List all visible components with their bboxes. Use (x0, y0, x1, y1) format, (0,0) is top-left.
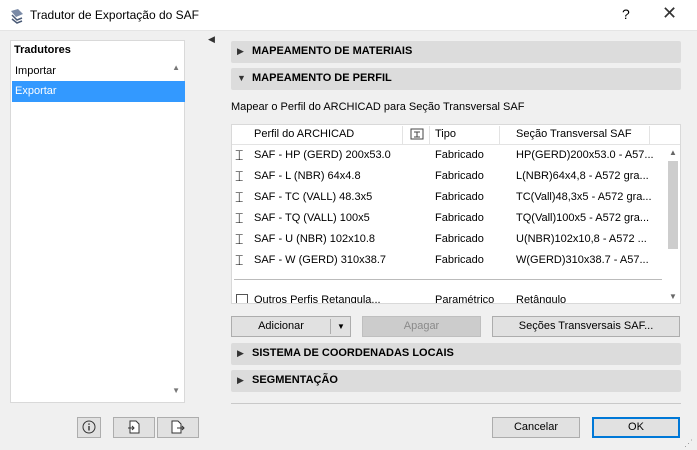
perfil-description: Mapear o Perfil do ARCHICAD para Seção T… (231, 101, 525, 113)
import-icon (126, 420, 142, 438)
row-secao: U(NBR)102x10,8 - A572 ... (516, 233, 647, 245)
row-secao: W(GERD)310x38.7 - A57... (516, 254, 649, 266)
table-row-other[interactable]: Outros Perfis Retangula... Paramétrico R… (232, 290, 664, 304)
profile-type-icon (410, 127, 424, 144)
row-tipo: Fabricado (435, 233, 484, 245)
row-perfil: Outros Perfis Retangula... (254, 294, 381, 304)
row-perfil: SAF - TQ (VALL) 100x5 (254, 212, 370, 224)
table-header: Perfil do ARCHICAD Tipo Seção Transversa… (232, 125, 680, 145)
sidebar-item-label: Importar (15, 65, 56, 77)
footer-divider (231, 403, 681, 404)
row-secao: TC(Vall)48,3x5 - A572 gra... (516, 191, 652, 203)
row-secao: Retângulo (516, 294, 567, 304)
scroll-down-icon[interactable]: ▼ (669, 292, 677, 301)
section-mapeamento-perfil[interactable]: ▼ MAPEAMENTO DE PERFIL (231, 68, 681, 90)
secoes-transversais-button[interactable]: Seções Transversais SAF... (492, 316, 680, 337)
row-perfil: SAF - HP (GERD) 200x53.0 (254, 149, 391, 161)
title-bar: Tradutor de Exportação do SAF ? ✕ (0, 0, 697, 31)
collapse-icon: ▼ (237, 73, 246, 83)
row-perfil: SAF - L (NBR) 64x4.8 (254, 170, 361, 182)
section-label: SEGMENTAÇÃO (252, 374, 338, 386)
i-beam-icon: ⌶ (235, 231, 244, 247)
close-button[interactable]: ✕ (662, 3, 677, 24)
profile-mapping-table: Perfil do ARCHICAD Tipo Seção Transversa… (231, 124, 681, 304)
section-label: MAPEAMENTO DE PERFIL (252, 72, 392, 84)
import-settings-button[interactable] (113, 417, 155, 438)
section-mapeamento-materiais[interactable]: ▶ MAPEAMENTO DE MATERIAIS (231, 41, 681, 63)
expand-icon: ▶ (237, 375, 244, 385)
table-scrollbar[interactable]: ▲ ▼ (665, 145, 680, 303)
table-row[interactable]: ⌶ SAF - TQ (VALL) 100x5 Fabricado TQ(Val… (232, 208, 664, 229)
column-header-secao[interactable]: Seção Transversal SAF (516, 128, 632, 140)
ok-button[interactable]: OK (592, 417, 680, 438)
section-label: MAPEAMENTO DE MATERIAIS (252, 45, 413, 57)
row-secao: TQ(Vall)100x5 - A572 gra... (516, 212, 650, 224)
dropdown-arrow-icon[interactable]: ▼ (333, 317, 349, 336)
section-sistema-coordenadas[interactable]: ▶ SISTEMA DE COORDENADAS LOCAIS (231, 343, 681, 365)
table-row[interactable]: ⌶ SAF - HP (GERD) 200x53.0 Fabricado HP(… (232, 145, 664, 166)
row-perfil: SAF - W (GERD) 310x38.7 (254, 254, 387, 266)
row-secao: L(NBR)64x4,8 - A572 gra... (516, 170, 649, 182)
table-row[interactable]: ⌶ SAF - TC (VALL) 48.3x5 Fabricado TC(Va… (232, 187, 664, 208)
row-secao: HP(GERD)200x53.0 - A57... (516, 149, 654, 161)
sidebar-item-label: Exportar (15, 85, 57, 97)
help-button[interactable]: ? (622, 6, 630, 22)
table-row[interactable]: ⌶ SAF - U (NBR) 102x10.8 Fabricado U(NBR… (232, 229, 664, 250)
row-tipo: Fabricado (435, 170, 484, 182)
i-beam-icon: ⌶ (235, 252, 244, 268)
section-label: SISTEMA DE COORDENADAS LOCAIS (252, 347, 454, 359)
row-tipo: Fabricado (435, 149, 484, 161)
export-settings-button[interactable] (157, 417, 199, 438)
scroll-up-icon[interactable]: ▲ (172, 63, 180, 72)
adicionar-button[interactable]: Adicionar ▼ (231, 316, 351, 337)
row-perfil: SAF - U (NBR) 102x10.8 (254, 233, 376, 245)
info-button[interactable] (77, 417, 101, 438)
app-icon (9, 8, 25, 24)
sidebar-item-importar[interactable]: Importar (12, 61, 185, 82)
table-row[interactable]: ⌶ SAF - W (GERD) 310x38.7 Fabricado W(GE… (232, 250, 664, 271)
i-beam-icon: ⌶ (235, 147, 244, 163)
translators-header: Tradutores (14, 44, 71, 56)
row-tipo: Fabricado (435, 254, 484, 266)
sidebar-item-exportar[interactable]: Exportar (12, 81, 185, 102)
section-segmentacao[interactable]: ▶ SEGMENTAÇÃO (231, 370, 681, 392)
info-icon (82, 420, 96, 437)
window-title: Tradutor de Exportação do SAF (30, 8, 199, 22)
expand-icon: ▶ (237, 46, 244, 56)
i-beam-icon: ⌶ (235, 189, 244, 205)
translators-list: Tradutores Importar Exportar ▲ ▼ (10, 40, 185, 403)
collapse-sidebar-icon[interactable]: ◀ (208, 34, 215, 45)
expand-icon: ▶ (237, 348, 244, 358)
i-beam-icon: ⌶ (235, 168, 244, 184)
apagar-button[interactable]: Apagar (362, 316, 481, 337)
rectangle-profile-icon (236, 293, 248, 303)
cancel-button[interactable]: Cancelar (492, 417, 580, 438)
i-beam-icon: ⌶ (235, 210, 244, 226)
scroll-thumb[interactable] (668, 161, 678, 249)
scroll-down-icon[interactable]: ▼ (172, 386, 180, 395)
export-icon (170, 420, 186, 438)
row-tipo: Paramétrico (435, 294, 495, 304)
row-tipo: Fabricado (435, 191, 484, 203)
table-row[interactable]: ⌶ SAF - L (NBR) 64x4.8 Fabricado L(NBR)6… (232, 166, 664, 187)
resize-grip-icon[interactable]: ⋰ (684, 438, 693, 449)
column-header-perfil[interactable]: Perfil do ARCHICAD (254, 128, 354, 140)
scroll-up-icon[interactable]: ▲ (669, 148, 677, 157)
table-divider (234, 279, 662, 280)
column-header-tipo[interactable]: Tipo (435, 128, 456, 140)
adicionar-label: Adicionar (258, 320, 304, 332)
row-tipo: Fabricado (435, 212, 484, 224)
row-perfil: SAF - TC (VALL) 48.3x5 (254, 191, 373, 203)
